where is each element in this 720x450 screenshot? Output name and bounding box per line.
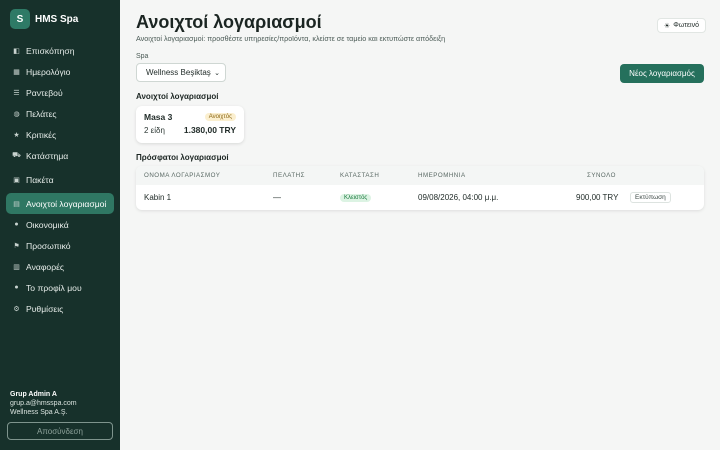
sidebar-item-label: Ημερολόγιο (26, 66, 71, 77)
list-icon: ☰ (13, 89, 20, 97)
star-icon: ★ (13, 131, 20, 139)
sidebar-item[interactable]: ◧ Επισκόπηση (6, 40, 114, 61)
open-account-card[interactable]: Masa 3 Ανοιχτός 2 είδη 1.380,00 TRY (136, 106, 244, 143)
table-row[interactable]: Kabin 1 — Κλειστός 09/08/2026, 04:00 μ.μ… (136, 185, 704, 210)
column-header: ΣΥΝΟΛΟ (587, 172, 616, 179)
card-name: Masa 3 (144, 112, 173, 122)
receipt-icon: ▤ (13, 200, 20, 208)
sidebar-item[interactable]: ▣ Πακέτα (6, 169, 114, 190)
calendar-icon: ▦ (13, 68, 20, 76)
chevron-down-icon: ⌄ (214, 69, 220, 77)
sidebar-item-label: Επισκόπηση (26, 45, 75, 56)
user-info: Grup Admin A grup.a@hmsspa.com Wellness … (10, 390, 77, 417)
sidebar-item[interactable]: ▤ Ανοιχτοί λογαριασμοί (6, 193, 114, 214)
brand[interactable]: S HMS Spa (10, 9, 78, 29)
sidebar-item[interactable]: ◍ Πελάτες (6, 103, 114, 124)
row-client: — (273, 193, 281, 202)
package-icon: ▣ (13, 176, 20, 184)
spa-label: Spa (136, 53, 149, 60)
sidebar-item[interactable]: ★ Κριτικές (6, 124, 114, 145)
card-total: 1.380,00 TRY (183, 125, 236, 135)
user-email: grup.a@hmsspa.com (10, 400, 77, 407)
spa-selected-value: Wellness Beşiktaş (146, 68, 211, 77)
sidebar-item-label: Οικονομικά (26, 219, 69, 230)
brand-logo: S (10, 9, 30, 29)
sidebar-item-label: Προσωπικό (26, 240, 71, 251)
status-badge: Ανοιχτός (204, 113, 236, 121)
sidebar-item-label: Πελάτες (26, 108, 57, 119)
brand-name: HMS Spa (35, 13, 79, 25)
sidebar-nav: ◧ Επισκόπηση ▦ Ημερολόγιο ☰ Ραντεβού ◍ Πελάτες ★… (6, 40, 114, 319)
gear-icon: ⚙ (13, 305, 20, 313)
sidebar-item[interactable]: ⚙ Ρυθμίσεις (6, 298, 114, 319)
sidebar-item[interactable]: ⛟ Κατάστημα (6, 145, 114, 166)
money-icon: ● (14, 221, 19, 228)
flag-icon: ⚑ (13, 242, 20, 250)
status-badge: Κλειστός (340, 193, 372, 202)
overview-icon: ◧ (13, 47, 20, 55)
sidebar-item[interactable]: ▥ Αναφορές (6, 256, 114, 277)
theme-label: Φωτεινό (673, 22, 699, 29)
sidebar-item-label: Πακέτα (26, 174, 54, 185)
column-header: ΚΑΤΑΣΤΑΣΗ (340, 172, 380, 179)
new-account-button[interactable]: Νέος λογαριασμός (620, 64, 704, 83)
sidebar-item-label: Ανοιχτοί λογαριασμοί (26, 198, 107, 209)
row-name: Kabin 1 (144, 193, 172, 202)
card-items: 2 είδη (144, 125, 165, 135)
user-icon: ● (14, 284, 19, 291)
page-title: Ανοιχτοί λογαριασμοί (136, 12, 322, 32)
page-subtitle: Ανοιχτοί λογαριασμοί: προσθέστε υπηρεσίε… (136, 34, 446, 43)
sidebar-item[interactable]: ● Το προφίλ μου (6, 277, 114, 298)
sidebar-item-label: Αναφορές (26, 261, 65, 272)
spa-select[interactable]: Wellness Beşiktaş ⌄ (136, 63, 226, 82)
clients-icon: ◍ (13, 110, 20, 118)
column-header: ΟΝΟΜΑ ΛΟΓΑΡΙΑΣΜΟΥ (144, 172, 221, 179)
sidebar-item[interactable]: ▦ Ημερολόγιο (6, 61, 114, 82)
open-accounts-title: Ανοιχτοί λογαριασμοί (136, 92, 219, 101)
sidebar-item[interactable]: ● Οικονομικά (6, 214, 114, 235)
theme-toggle-button[interactable]: ☀ Φωτεινό (656, 18, 706, 33)
main-content: Ανοιχτοί λογαριασμοί Ανοιχτοί λογαριασμο… (120, 0, 720, 450)
sidebar-item-label: Ραντεβού (26, 87, 63, 98)
sidebar-item[interactable]: ⚑ Προσωπικό (6, 235, 114, 256)
cart-icon: ⛟ (12, 152, 21, 159)
column-header: ΠΕΛΑΤΗΣ (273, 172, 305, 179)
sun-icon: ☀ (663, 22, 671, 30)
sidebar-item-label: Κριτικές (26, 129, 57, 140)
user-name: Grup Admin A (10, 391, 57, 398)
user-company: Wellness Spa A.Ş. (10, 409, 68, 416)
column-header: ΗΜΕΡΟΜΗΝΙΑ (418, 172, 466, 179)
sidebar-item-label: Ρυθμίσεις (26, 303, 64, 314)
sidebar: S HMS Spa ◧ Επισκόπηση ▦ Ημερολόγιο ☰ Ραντεβο… (0, 0, 120, 450)
logout-button[interactable]: Αποσύνδεση (7, 422, 113, 440)
sidebar-item-label: Κατάστημα (26, 150, 69, 161)
row-date: 09/08/2026, 04:00 μ.μ. (418, 193, 499, 202)
print-button[interactable]: Εκτύπωση (630, 192, 671, 203)
recent-accounts-title: Πρόσφατοι λογαριασμοί (136, 153, 229, 162)
sidebar-item[interactable]: ☰ Ραντεβού (6, 82, 114, 103)
recent-accounts-table: ΟΝΟΜΑ ΛΟΓΑΡΙΑΣΜΟΥ ΠΕΛΑΤΗΣ ΚΑΤΑΣΤΑΣΗ ΗΜΕΡ… (136, 166, 704, 210)
table-header: ΟΝΟΜΑ ΛΟΓΑΡΙΑΣΜΟΥ ΠΕΛΑΤΗΣ ΚΑΤΑΣΤΑΣΗ ΗΜΕΡ… (136, 166, 704, 185)
sidebar-item-label: Το προφίλ μου (26, 282, 82, 293)
row-total: 900,00 TRY (576, 193, 619, 202)
chart-icon: ▥ (13, 263, 20, 271)
